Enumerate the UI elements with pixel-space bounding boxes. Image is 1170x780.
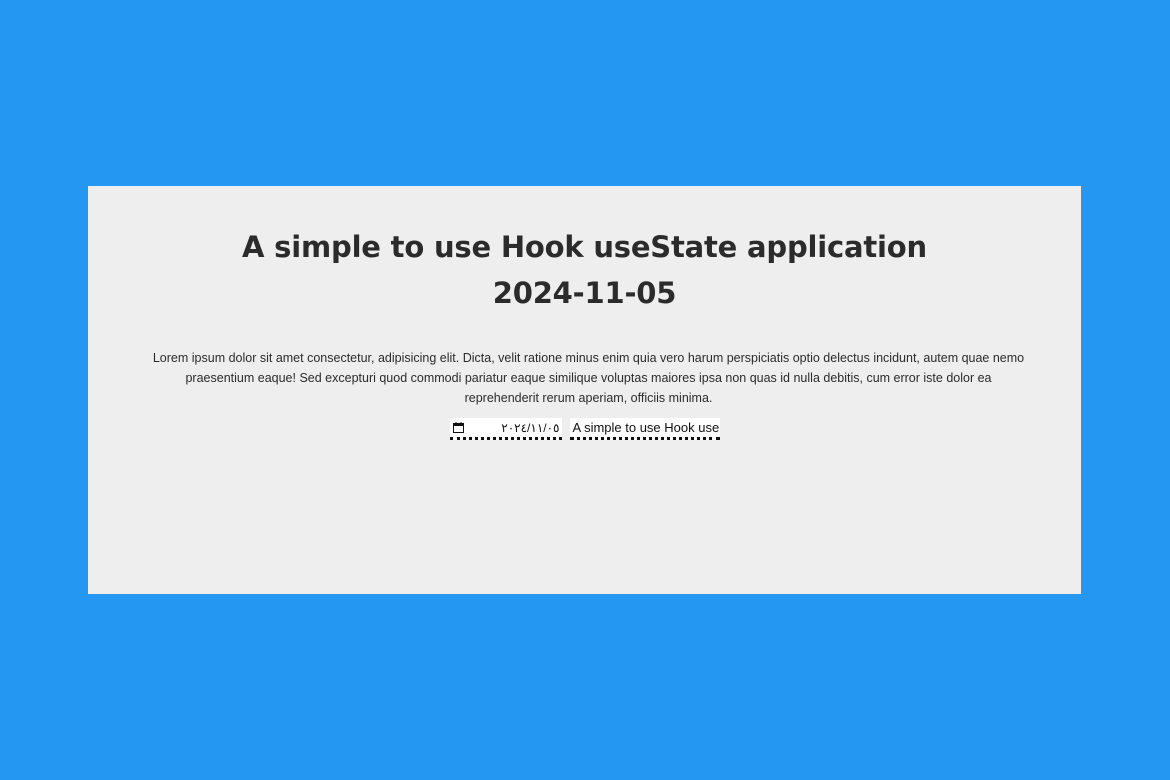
title-input-value: A simple to use Hook useState applicatio…	[572, 420, 720, 435]
description-text: Lorem ipsum dolor sit amet consectetur, …	[152, 351, 1025, 405]
page-title: A simple to use Hook useState applicatio…	[88, 224, 1081, 316]
date-input-value: ٢٠٢٤/١١/٠٥	[501, 420, 560, 435]
title-text: A simple to use Hook useState applicatio…	[242, 230, 927, 264]
date-input[interactable]: ٢٠٢٤/١١/٠٥	[449, 418, 562, 440]
form-controls: ٢٠٢٤/١١/٠٥ A simple to use Hook useState…	[88, 418, 1081, 440]
main-card: A simple to use Hook useState applicatio…	[88, 186, 1081, 594]
title-date: 2024-11-05	[492, 276, 677, 310]
calendar-icon[interactable]	[452, 422, 464, 433]
title-input[interactable]: A simple to use Hook useState applicatio…	[569, 418, 720, 440]
